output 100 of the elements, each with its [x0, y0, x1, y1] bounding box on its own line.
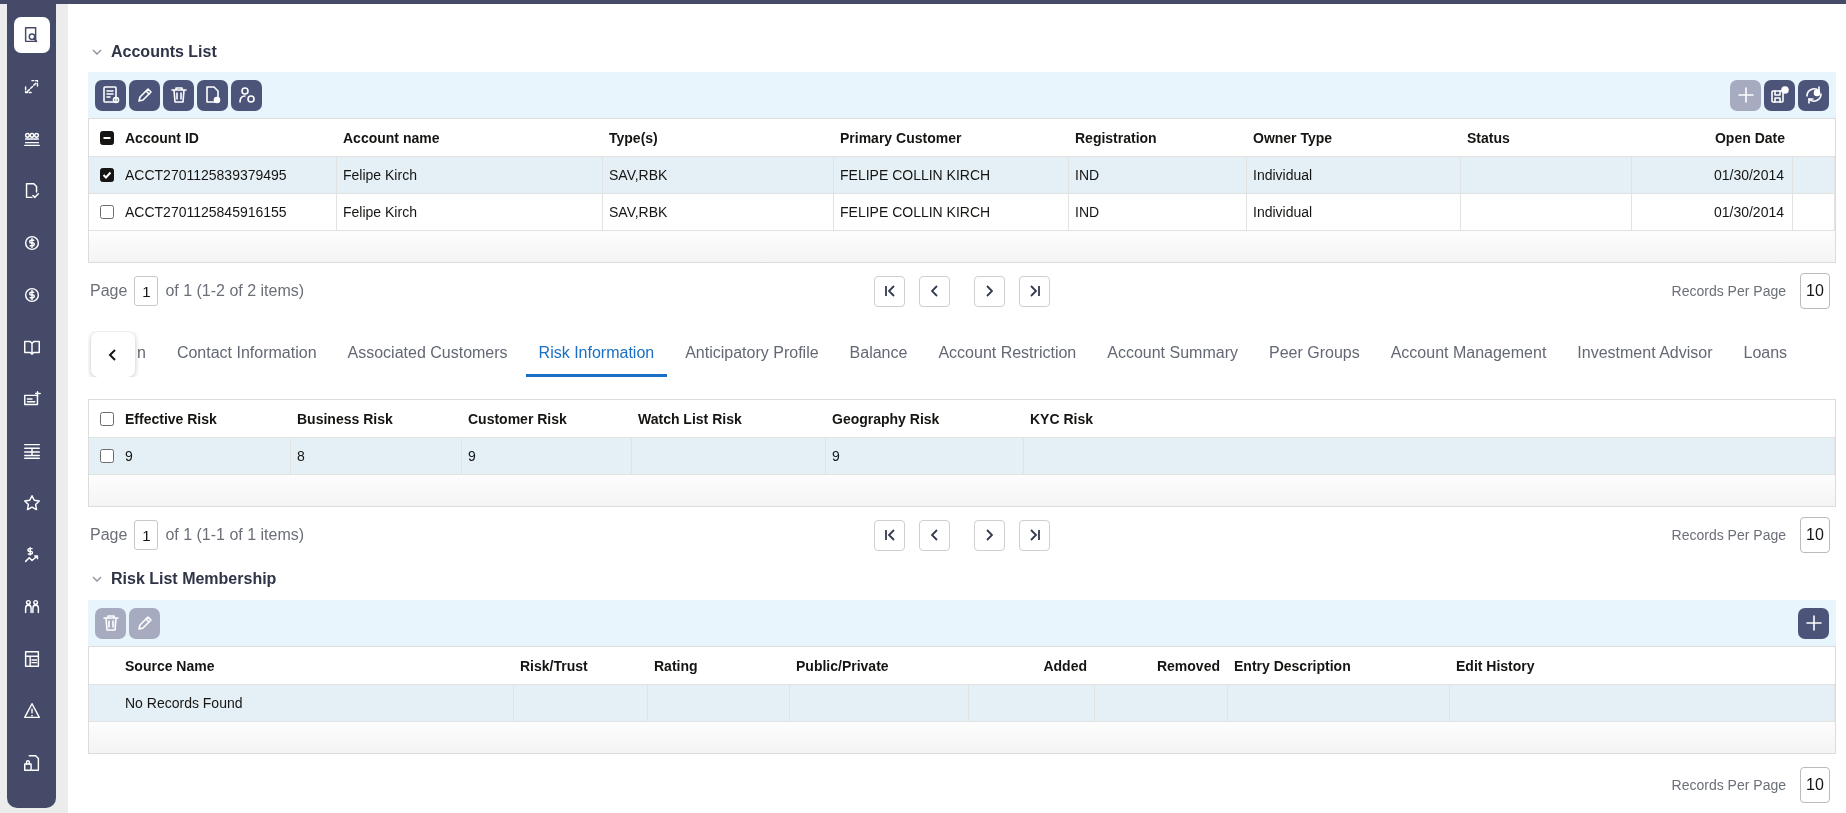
- column-header[interactable]: Removed: [1156, 657, 1220, 674]
- tab[interactable]: Contact Information: [163, 331, 330, 377]
- pencil-button[interactable]: [129, 79, 160, 111]
- last-page-icon: [1029, 529, 1040, 541]
- table-row[interactable]: No Records Found: [89, 684, 1835, 721]
- table-cell: ACCT2701125839379495: [125, 167, 287, 183]
- table-cell: 8: [297, 448, 305, 464]
- section-title: Accounts List: [111, 43, 217, 61]
- next-page-button[interactable]: [974, 519, 1005, 551]
- tab[interactable]: Account Summary: [1094, 331, 1251, 377]
- column-header[interactable]: Rating: [654, 657, 698, 674]
- table-cell: 9: [125, 448, 133, 464]
- table-cell: Individual: [1253, 204, 1313, 220]
- column-header[interactable]: Watch List Risk: [638, 410, 742, 427]
- table-cell: SAV,RBK: [609, 204, 668, 220]
- table-row[interactable]: ACCT2701125839379495 Felipe Kirch SAV,RBK FELIPE COLLIN KIRCH IND Individual 01/30/2014: [89, 156, 1835, 193]
- column-header[interactable]: Effective Risk: [125, 410, 217, 427]
- column-header[interactable]: Account ID: [125, 129, 199, 146]
- records-per-page-field[interactable]: 10: [1800, 767, 1830, 803]
- records-per-page-field[interactable]: 10: [1800, 517, 1830, 553]
- next-page-button[interactable]: [974, 275, 1005, 307]
- previous-page-button[interactable]: [919, 275, 950, 307]
- table-cell: Felipe Kirch: [343, 167, 417, 183]
- table-cell: IND: [1075, 204, 1100, 220]
- page-summary: of 1 (1-1 of 1 items): [165, 526, 305, 544]
- page-number-field[interactable]: 1: [134, 276, 159, 306]
- list-view-button[interactable]: [95, 79, 126, 111]
- table-cell: ACCT2701125845916155: [125, 204, 287, 220]
- select-all-checkbox[interactable]: [100, 411, 114, 426]
- plus-button[interactable]: [1798, 607, 1829, 639]
- column-header[interactable]: Business Risk: [297, 410, 393, 427]
- column-header[interactable]: Status: [1467, 129, 1510, 146]
- tab[interactable]: n: [135, 331, 159, 377]
- tab[interactable]: Peer Groups: [1255, 331, 1373, 377]
- save-settings-button[interactable]: [1764, 79, 1795, 111]
- trash-button[interactable]: [163, 79, 194, 111]
- table-icon[interactable]: [21, 441, 42, 461]
- records-per-page-field[interactable]: 10: [1800, 273, 1830, 309]
- page-label: Page: [90, 282, 128, 300]
- first-page-button[interactable]: [874, 519, 905, 551]
- table-cell: SAV,RBK: [609, 167, 668, 183]
- tab[interactable]: Anticipatory Profile: [672, 331, 832, 377]
- page-label: Page: [90, 526, 128, 544]
- first-page-button[interactable]: [874, 275, 905, 307]
- table-cell: 9: [832, 448, 840, 464]
- next-page-icon: [986, 529, 993, 541]
- last-page-button[interactable]: [1019, 519, 1050, 551]
- refresh-settings-button[interactable]: [1798, 79, 1829, 111]
- next-page-icon: [986, 285, 993, 297]
- page-number-field[interactable]: 1: [134, 520, 159, 550]
- tab[interactable]: Balance: [836, 331, 921, 377]
- first-page-icon: [884, 285, 895, 297]
- column-header[interactable]: Customer Risk: [468, 410, 567, 427]
- column-header[interactable]: KYC Risk: [1030, 410, 1094, 427]
- column-header[interactable]: Entry Description: [1234, 657, 1351, 674]
- column-header[interactable]: Source Name: [125, 657, 215, 674]
- column-header[interactable]: Type(s): [609, 129, 658, 146]
- column-header[interactable]: Primary Customer: [840, 129, 962, 146]
- column-header[interactable]: Public/Private: [796, 657, 889, 674]
- table-cell: Individual: [1253, 167, 1313, 183]
- column-header[interactable]: Account name: [343, 129, 440, 146]
- table-cell: FELIPE COLLIN KIRCH: [840, 167, 991, 183]
- tab[interactable]: Associated Customers: [334, 331, 521, 377]
- table-cell: No Records Found: [125, 695, 243, 711]
- tab[interactable]: Account Management: [1377, 331, 1560, 377]
- table-cell: Felipe Kirch: [343, 204, 417, 220]
- column-header[interactable]: Registration: [1075, 129, 1157, 146]
- last-page-button[interactable]: [1019, 275, 1050, 307]
- previous-page-icon: [931, 285, 938, 297]
- tab[interactable]: Account Restriction: [925, 331, 1090, 377]
- row-checkbox[interactable]: [100, 168, 114, 182]
- user-settings-button[interactable]: [231, 79, 262, 111]
- document-lock-icon[interactable]: [21, 753, 42, 773]
- select-all-checkbox[interactable]: [100, 130, 114, 145]
- column-header[interactable]: Geography Risk: [832, 410, 940, 427]
- row-checkbox[interactable]: [100, 205, 114, 219]
- tab[interactable]: Risk Information: [525, 331, 668, 377]
- document-button[interactable]: [197, 79, 228, 111]
- column-header[interactable]: Added: [1043, 657, 1087, 674]
- column-header[interactable]: Owner Type: [1253, 129, 1333, 146]
- star-icon[interactable]: [21, 493, 42, 513]
- row-checkbox[interactable]: [100, 449, 114, 463]
- tab[interactable]: Investment Advisor: [1564, 331, 1726, 377]
- tab[interactable]: Loans: [1730, 331, 1801, 377]
- warning-icon[interactable]: [21, 701, 42, 721]
- column-header[interactable]: Edit History: [1456, 657, 1535, 674]
- previous-page-button[interactable]: [919, 519, 950, 551]
- table-cell: IND: [1075, 167, 1100, 183]
- previous-page-icon: [931, 529, 938, 541]
- records-per-page-label: Records Per Page: [1671, 527, 1786, 543]
- table-cell: 01/30/2014: [1713, 204, 1784, 220]
- table-cell: 9: [468, 448, 476, 464]
- records-per-page-label: Records Per Page: [1671, 283, 1786, 299]
- table-cell: FELIPE COLLIN KIRCH: [840, 204, 991, 220]
- column-header[interactable]: Risk/Trust: [520, 657, 588, 674]
- section-title: Risk List Membership: [111, 570, 277, 588]
- table-row[interactable]: 9 8 9 9: [89, 437, 1835, 474]
- records-per-page-label: Records Per Page: [1671, 777, 1786, 793]
- last-page-icon: [1029, 285, 1040, 297]
- column-header[interactable]: Open Date: [1715, 129, 1785, 146]
